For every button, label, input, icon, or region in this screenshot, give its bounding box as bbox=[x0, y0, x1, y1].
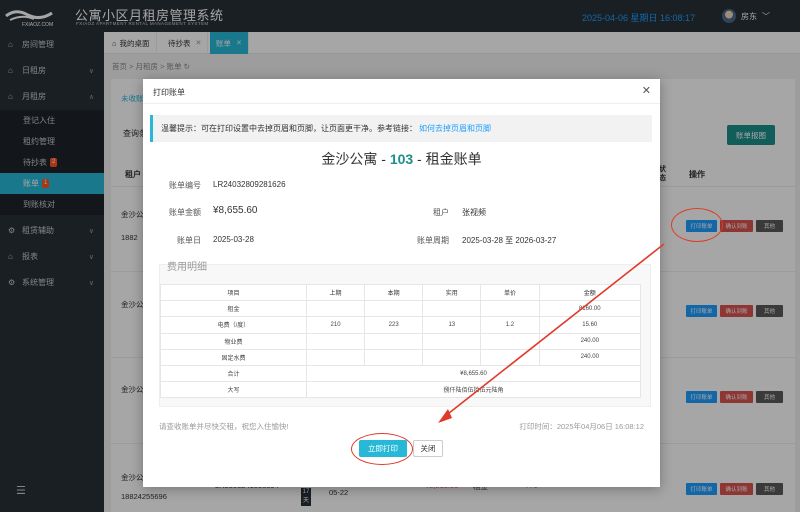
bill-period: 2025-03-28 至 2026-03-27 bbox=[462, 236, 557, 245]
table-row: 电费（/度） 210 223 13 1.2 15.60 bbox=[160, 316, 642, 334]
tip-link[interactable]: 如何去掉页眉和页脚 bbox=[419, 123, 491, 134]
bill-title-prefix: 金沙公寓 - bbox=[321, 151, 390, 167]
cell: 210 bbox=[305, 316, 366, 334]
cell bbox=[480, 300, 540, 318]
footer-note: 请查收账单并尽快交租，祝您入住愉快! bbox=[159, 422, 289, 431]
col-item: 项目 bbox=[160, 283, 307, 302]
cell: 物业费 bbox=[160, 332, 307, 350]
cell: 8160.00 bbox=[538, 300, 642, 318]
cell bbox=[480, 332, 540, 350]
cell bbox=[422, 300, 482, 318]
col-curr: 本期 bbox=[364, 283, 424, 302]
col-prev: 上期 bbox=[305, 283, 366, 302]
close-icon[interactable]: ✕ bbox=[642, 84, 651, 97]
highlight-ellipse bbox=[671, 208, 723, 242]
cell: 13 bbox=[422, 316, 482, 334]
cell: 大写 bbox=[160, 381, 307, 399]
table-row: 物业费 240.00 bbox=[160, 332, 642, 350]
room-number: 103 bbox=[389, 151, 414, 167]
tip-banner: 温馨提示：可在打印设置中去掉页眉和页脚，让页面更干净。参考链接： 如何去掉页眉和页… bbox=[150, 115, 652, 142]
fee-table: 项目 上期 本期 实用 单价 金额 租金 8160.00 电费（/度） 210 223… bbox=[160, 283, 642, 399]
close-button[interactable]: 关闭 bbox=[413, 440, 443, 457]
cell bbox=[305, 332, 366, 350]
amount-in-words: 捌仟陆佰伍拾伍元陆角 bbox=[305, 381, 642, 399]
amount-label: 账单金额 bbox=[169, 208, 201, 217]
table-header-row: 项目 上期 本期 实用 单价 金额 bbox=[160, 283, 642, 302]
bill-title: 金沙公寓 - 103 - 租金账单 bbox=[143, 149, 660, 169]
cell: 1.2 bbox=[480, 316, 540, 334]
bill-no-label: 账单编号 bbox=[169, 181, 201, 190]
table-row: 大写 捌仟陆佰伍拾伍元陆角 bbox=[160, 381, 642, 399]
cell: 电费（/度） bbox=[160, 316, 307, 334]
table-row: 合计 ¥8,655.60 bbox=[160, 364, 642, 383]
cell: 240.00 bbox=[538, 332, 642, 350]
cell bbox=[480, 348, 540, 366]
tenant-label: 租户 bbox=[433, 208, 449, 217]
print-time: 打印时间：2025年04月06日 16:08:12 bbox=[519, 422, 644, 431]
cell: 240.00 bbox=[538, 348, 642, 366]
cell bbox=[422, 332, 482, 350]
cell bbox=[364, 332, 424, 350]
print-bill-dialog: 打印账单 ✕ 温馨提示：可在打印设置中去掉页眉和页脚，让页面更干净。参考链接：如… bbox=[143, 79, 660, 487]
cell bbox=[364, 300, 424, 318]
tenant-name: 张视频 bbox=[462, 208, 486, 217]
fee-detail-title: 费用明细 bbox=[167, 262, 207, 273]
cell: 固定水费 bbox=[160, 348, 307, 366]
cell: 合计 bbox=[160, 364, 307, 383]
bill-title-suffix: - 租金账单 bbox=[413, 151, 482, 167]
tip-text: 温馨提示：可在打印设置中去掉页眉和页脚，让页面更干净。参考链接： bbox=[161, 124, 417, 133]
table-row: 租金 8160.00 bbox=[160, 300, 642, 318]
cell: 223 bbox=[364, 316, 424, 334]
bill-date-label: 账单日 bbox=[177, 236, 201, 245]
bill-amount: ¥8,655.60 bbox=[213, 205, 258, 216]
table-row: 固定水费 240.00 bbox=[160, 348, 642, 366]
period-label: 账单周期 bbox=[417, 236, 449, 245]
dialog-header: 打印账单 ✕ bbox=[143, 79, 660, 104]
col-amount: 金额 bbox=[538, 283, 642, 302]
cell bbox=[364, 348, 424, 366]
dialog-title: 打印账单 bbox=[153, 88, 185, 97]
bill-date: 2025-03-28 bbox=[213, 235, 254, 244]
highlight-ellipse bbox=[351, 433, 413, 465]
cell bbox=[305, 300, 366, 318]
col-used: 实用 bbox=[422, 283, 482, 302]
cell: 15.60 bbox=[538, 316, 642, 334]
cell bbox=[422, 348, 482, 366]
total-value: ¥8,655.60 bbox=[305, 364, 642, 383]
col-price: 单价 bbox=[480, 283, 540, 302]
bill-no: LR24032809281626 bbox=[213, 180, 286, 189]
cell bbox=[305, 348, 366, 366]
cell: 租金 bbox=[160, 300, 307, 318]
